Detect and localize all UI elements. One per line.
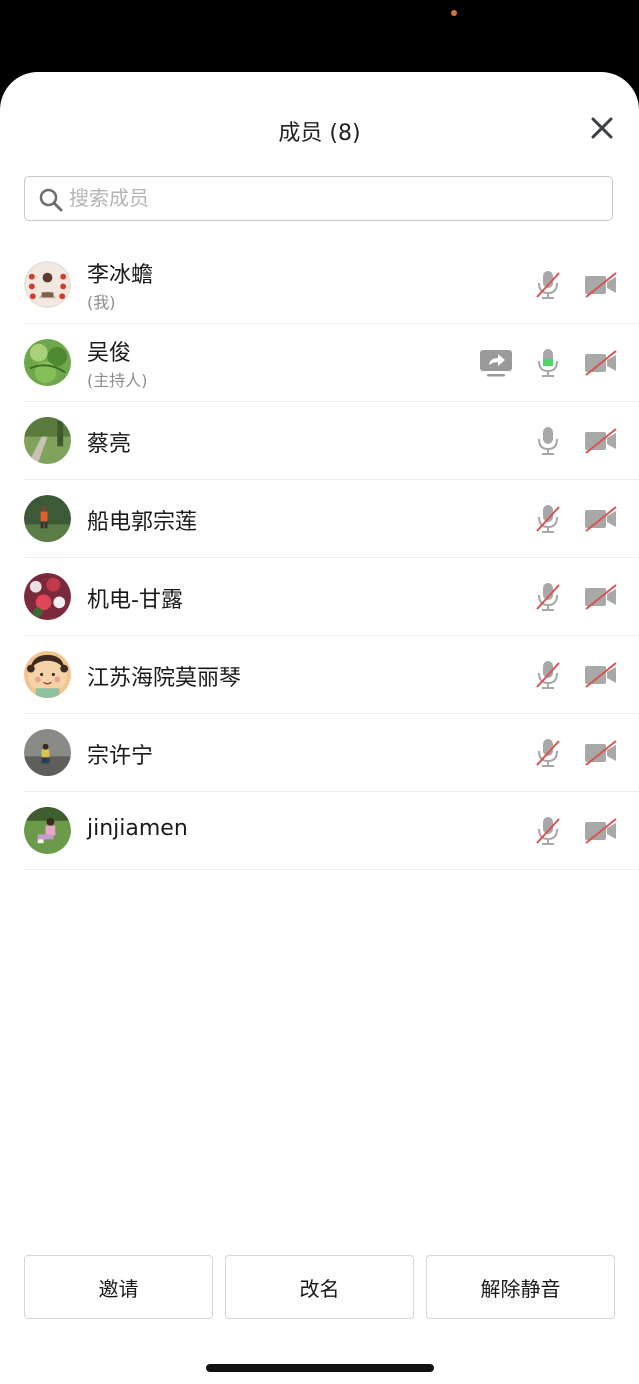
member-row[interactable]: 李冰蟾 (我) [24, 246, 639, 324]
member-row[interactable]: 江苏海院莫丽琴 [24, 636, 639, 714]
member-list: 李冰蟾 (我) 吴俊 (主持人) 蔡亮 船电郭宗莲 机电-甘露 江苏海院莫丽琴 … [0, 246, 639, 870]
avatar [24, 261, 71, 308]
camera-off-icon[interactable] [584, 661, 618, 689]
microphone-muted-icon[interactable] [535, 659, 561, 691]
microphone-muted-icon[interactable] [535, 269, 561, 301]
microphone-muted-icon[interactable] [535, 815, 561, 847]
screen-share-icon[interactable] [479, 348, 513, 378]
member-row[interactable]: 宗许宁 [24, 714, 639, 792]
microphone-muted-icon[interactable] [535, 503, 561, 535]
member-name: 宗许宁 [87, 744, 154, 769]
member-role: (主持人) [87, 371, 148, 390]
page-title: 成员 (8) [278, 121, 361, 146]
member-row[interactable]: jinjiamen [24, 792, 639, 870]
avatar [24, 339, 71, 386]
member-name: 蔡亮 [87, 432, 132, 457]
microphone-muted-icon[interactable] [535, 581, 561, 613]
invite-button[interactable]: 邀请 [24, 1255, 213, 1319]
camera-off-icon[interactable] [584, 427, 618, 455]
avatar [24, 807, 71, 854]
member-name: 吴俊 [87, 341, 132, 366]
microphone-icon[interactable] [535, 425, 561, 457]
member-name: jinjiamen [87, 816, 188, 841]
member-row[interactable]: 船电郭宗莲 [24, 480, 639, 558]
avatar [24, 651, 71, 698]
member-row[interactable]: 蔡亮 [24, 402, 639, 480]
search-icon [39, 188, 63, 212]
unmute-button[interactable]: 解除静音 [426, 1255, 615, 1319]
avatar [24, 573, 71, 620]
member-name: 李冰蟾 [87, 263, 154, 288]
member-role: (我) [87, 293, 116, 312]
action-bar: 邀请 改名 解除静音 [24, 1255, 615, 1321]
search-box[interactable] [24, 176, 613, 221]
avatar [24, 417, 71, 464]
search-input[interactable] [69, 177, 599, 219]
avatar [24, 495, 71, 542]
member-row[interactable]: 吴俊 (主持人) [24, 324, 639, 402]
avatar [24, 729, 71, 776]
camera-off-icon[interactable] [584, 739, 618, 767]
microphone-muted-icon[interactable] [535, 737, 561, 769]
camera-off-icon[interactable] [584, 505, 618, 533]
camera-off-icon[interactable] [584, 271, 618, 299]
home-indicator[interactable] [206, 1364, 434, 1372]
camera-off-icon[interactable] [584, 349, 618, 377]
camera-off-icon[interactable] [584, 583, 618, 611]
front-camera-dot [451, 10, 457, 16]
member-name: 机电-甘露 [87, 588, 183, 613]
rename-button[interactable]: 改名 [225, 1255, 414, 1319]
members-panel: 成员 (8) 李冰蟾 (我) [0, 72, 639, 1384]
member-row[interactable]: 机电-甘露 [24, 558, 639, 636]
microphone-active-icon[interactable] [535, 347, 561, 379]
close-icon[interactable] [586, 112, 618, 144]
member-name: 船电郭宗莲 [87, 510, 198, 535]
member-name: 江苏海院莫丽琴 [87, 666, 242, 691]
camera-off-icon[interactable] [584, 817, 618, 845]
